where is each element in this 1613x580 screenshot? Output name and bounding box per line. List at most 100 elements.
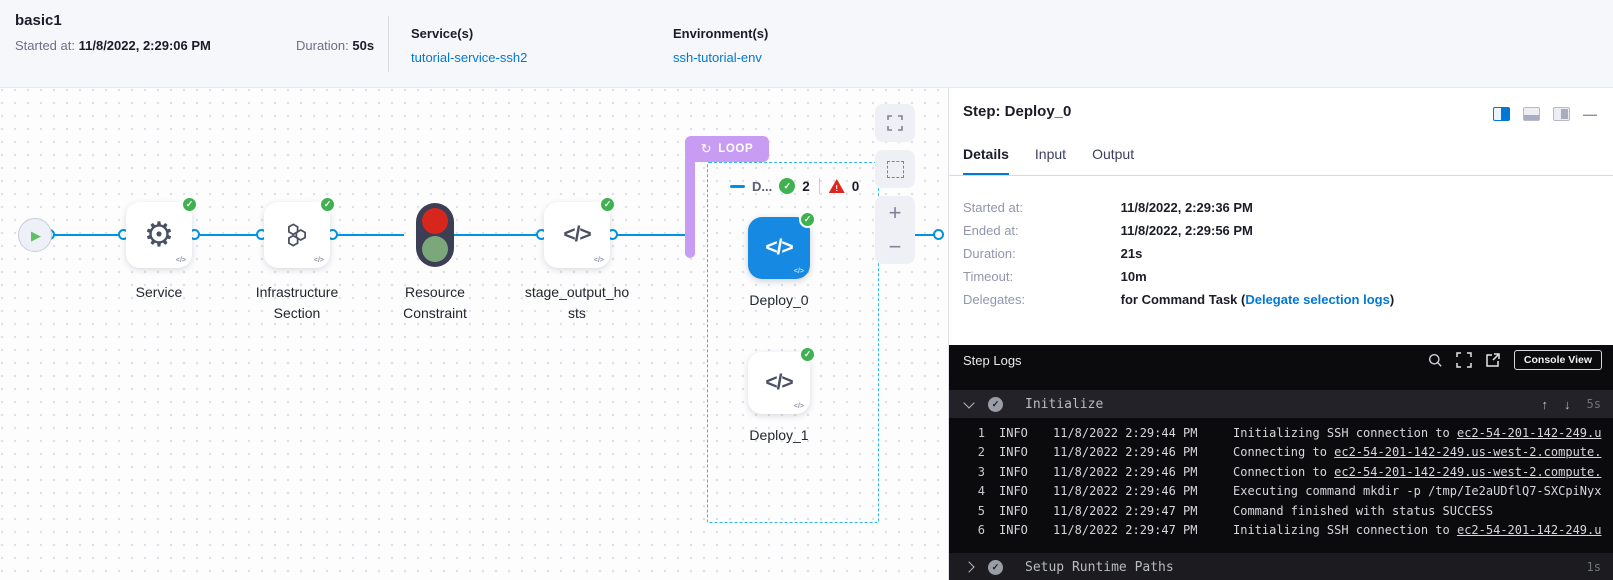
log-host-link[interactable]: ec2-54-201-142-249.us-west-2.compute.: [1334, 465, 1601, 479]
services-column: Service(s) tutorial-service-ssh2: [411, 26, 527, 65]
layout-bottom-icon[interactable]: [1523, 107, 1540, 121]
code-icon: </>: [765, 371, 792, 395]
connector-dot: [933, 229, 944, 240]
section-success-icon: ✓: [988, 560, 1003, 575]
log-host-link[interactable]: ec2-54-201-142-249.u: [1457, 426, 1602, 440]
loop-tag-label: LOOP: [718, 143, 753, 155]
scroll-up-icon[interactable]: ↑: [1542, 397, 1549, 412]
node-label: Infrastructure Section: [242, 282, 352, 324]
play-icon: ▶: [31, 229, 41, 242]
node-resource-constraint[interactable]: [416, 203, 454, 267]
gear-icon: ⚙: [144, 218, 174, 252]
logs-actions: Console View: [1428, 350, 1602, 370]
duration-value: 50s: [352, 38, 374, 53]
log-section-name: Initialize: [1025, 397, 1103, 412]
log-line: 3INFO11/8/2022 2:29:46 PMConnection to e…: [949, 462, 1613, 482]
edge: [452, 234, 538, 236]
section-controls: ↑ ↓ 5s: [1542, 397, 1601, 412]
zoom-controls: + −: [875, 196, 915, 264]
log-line: 1INFO11/8/2022 2:29:44 PMInitializing SS…: [949, 423, 1613, 443]
detail-row-started: Started at: 11/8/2022, 2:29:36 PM: [963, 200, 1253, 215]
step-tabs: Details Input Output: [963, 146, 1134, 175]
pipeline-start-node[interactable]: ▶: [18, 218, 52, 252]
code-mini-icon: </>: [314, 257, 324, 264]
console-view-button[interactable]: Console View: [1514, 350, 1602, 370]
tab-output[interactable]: Output: [1092, 146, 1134, 175]
pipeline-execution-page: basic1 Started at: 11/8/2022, 2:29:06 PM…: [0, 0, 1613, 580]
collapse-icon[interactable]: [730, 185, 745, 188]
tab-input[interactable]: Input: [1035, 146, 1066, 175]
chevron-down-icon[interactable]: [963, 397, 974, 408]
services-label: Service(s): [411, 26, 527, 41]
section-success-icon: ✓: [988, 397, 1003, 412]
minimize-icon[interactable]: —: [1583, 107, 1597, 121]
success-badge: ✓: [599, 196, 616, 213]
tabs-divider: [949, 175, 1613, 176]
log-section-setup-runtime-paths[interactable]: ✓ Setup Runtime Paths 1s: [949, 553, 1613, 580]
detail-row-ended: Ended at: 11/8/2022, 2:29:56 PM: [963, 223, 1253, 238]
zoom-in-button[interactable]: +: [889, 202, 902, 224]
pipeline-canvas[interactable]: ▶ ⚙ </> ✓ Service </> ✓ Infrastructure S…: [0, 88, 948, 580]
zoom-out-button[interactable]: −: [889, 236, 902, 258]
edge: [336, 234, 404, 236]
fit-to-screen-button[interactable]: [875, 104, 915, 142]
tab-details[interactable]: Details: [963, 146, 1009, 175]
service-link[interactable]: tutorial-service-ssh2: [411, 50, 527, 65]
loop-tag: ↻ LOOP: [685, 136, 769, 162]
layout-right-split-icon[interactable]: [1493, 107, 1510, 121]
started-at-value: 11/8/2022, 2:29:06 PM: [79, 38, 211, 53]
header-divider: [388, 16, 389, 72]
detail-value: 21s: [1121, 246, 1143, 261]
open-in-new-icon[interactable]: [1485, 352, 1501, 368]
node-infrastructure[interactable]: </> ✓: [264, 202, 330, 268]
failed-count: 0: [852, 179, 860, 194]
started-at: Started at: 11/8/2022, 2:29:06 PM: [15, 38, 211, 53]
success-count-icon: ✓: [779, 178, 795, 194]
environments-label: Environment(s): [673, 26, 768, 41]
layout-right-icon[interactable]: [1553, 107, 1570, 121]
search-icon[interactable]: [1428, 353, 1443, 368]
success-badge: ✓: [319, 196, 336, 213]
success-badge: ✓: [799, 346, 816, 363]
code-mini-icon: </>: [176, 257, 186, 264]
environment-link[interactable]: ssh-tutorial-env: [673, 50, 762, 65]
started-at-label: Started at:: [15, 38, 75, 53]
fit-icon: [887, 115, 903, 131]
log-host-link[interactable]: ec2-54-201-142-249.u: [1457, 523, 1602, 537]
code-mini-icon: </>: [794, 268, 804, 275]
detail-value: for Command Task (Delegate selection log…: [1121, 292, 1395, 307]
loop-icon: ↻: [701, 141, 713, 157]
detail-row-delegates: Delegates: for Command Task (Delegate se…: [963, 292, 1394, 307]
log-host-link[interactable]: ec2-54-201-142-249.us-west-2.compute.: [1334, 445, 1601, 459]
hexagons-icon: [282, 220, 312, 250]
detail-label: Started at:: [963, 200, 1117, 215]
detail-label: Delegates:: [963, 292, 1117, 307]
detail-value: 11/8/2022, 2:29:56 PM: [1121, 223, 1253, 238]
section-controls: 1s: [1587, 560, 1601, 574]
traffic-red-icon: [422, 208, 448, 234]
node-deploy-0[interactable]: </> </> ✓: [748, 217, 810, 279]
node-stage-output-hosts[interactable]: </> </> ✓: [544, 202, 610, 268]
step-title: Step: Deploy_0: [963, 103, 1071, 120]
delegate-selection-logs-link[interactable]: Delegate selection logs: [1245, 292, 1390, 307]
loop-group-header[interactable]: D... ✓ 2 ! 0: [730, 178, 859, 194]
node-label: Deploy_1: [719, 425, 839, 446]
fullscreen-icon[interactable]: [1456, 352, 1472, 368]
node-service[interactable]: ⚙ </> ✓: [126, 202, 192, 268]
duration-label: Duration:: [296, 38, 349, 53]
detail-label: Ended at:: [963, 223, 1117, 238]
log-line: 4INFO11/8/2022 2:29:46 PMExecuting comma…: [949, 482, 1613, 502]
log-section-initialize[interactable]: ✓ Initialize ↑ ↓ 5s: [949, 390, 1613, 418]
duration: Duration: 50s: [296, 38, 374, 53]
delegates-text-suffix: ): [1390, 292, 1394, 307]
select-region-button[interactable]: [875, 150, 915, 188]
chevron-right-icon[interactable]: [963, 561, 974, 572]
edge: [198, 234, 260, 236]
detail-row-duration: Duration: 21s: [963, 246, 1142, 261]
code-mini-icon: </>: [794, 403, 804, 410]
loop-bar: [685, 158, 695, 258]
log-line: 2INFO11/8/2022 2:29:46 PMConnecting to e…: [949, 443, 1613, 463]
marquee-icon: [887, 161, 904, 178]
node-deploy-1[interactable]: </> </> ✓: [748, 352, 810, 414]
scroll-down-icon[interactable]: ↓: [1564, 397, 1571, 412]
